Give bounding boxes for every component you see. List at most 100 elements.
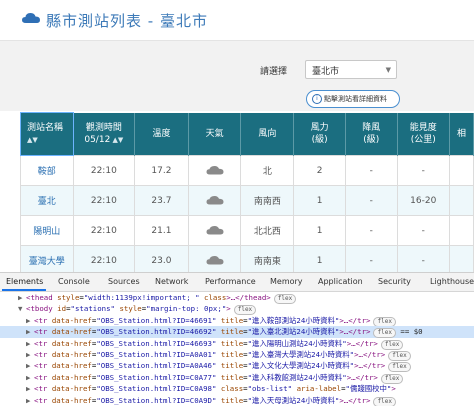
cloud-icon — [206, 195, 224, 205]
dom-tag: <tr — [34, 315, 48, 325]
column-header[interactable]: 溫度 — [134, 112, 189, 156]
table-row[interactable]: 鞍部 22:10 17.2 北 2- - — [20, 155, 474, 186]
station-info-button[interactable]: i 點擊測站看詳細資料 — [306, 90, 400, 108]
sort-icon[interactable]: ▲▼ — [27, 136, 38, 144]
dom-attr-value: "OBS_Station.html?ID=C0A77" — [96, 372, 217, 382]
wind-force: 1 — [293, 185, 346, 216]
dom-node-line[interactable]: ▶ <thead style="width:1139px!important; "… — [0, 292, 474, 304]
dom-attr-value: "obs-list" — [247, 384, 293, 394]
weather-cell — [187, 155, 242, 186]
column-header[interactable]: 測站名稱 ▲▼ — [20, 112, 74, 156]
wind-direction: 北 — [240, 155, 295, 186]
dom-node-line[interactable]: ▶ <tr data-href="OBS_Station.html?ID=C0A9… — [0, 395, 474, 406]
cloud-icon — [206, 225, 224, 235]
expand-toggle-icon[interactable]: ▶ — [26, 338, 30, 349]
observation-time: 22:10 — [72, 155, 136, 186]
expand-toggle-icon[interactable]: ▶ — [26, 372, 30, 383]
column-header[interactable]: 降風 (級) — [345, 112, 398, 156]
dom-node-line[interactable]: ▶ <tr data-href="OBS_Station.html?ID=C0A7… — [0, 372, 474, 384]
dom-tag: <tr — [34, 372, 48, 382]
dom-attr-value: "OBS_Station.html?ID=C0A9D" — [96, 395, 217, 405]
column-header[interactable]: 相 — [449, 112, 474, 156]
dom-attr-value: "OBS_Station.html?ID=46691" — [96, 315, 217, 325]
devtools-tab[interactable]: Performance — [205, 277, 256, 286]
dom-attr-value: "OBS_Station.html?ID=46692" — [96, 327, 217, 337]
city-select[interactable]: 臺北市 ▼ — [305, 60, 397, 79]
dom-attr-name: data-href — [51, 372, 92, 382]
wind-direction: 南南東 — [240, 245, 295, 276]
devtools-tab[interactable]: Lighthouse — [430, 277, 474, 286]
dom-attr-name: title — [220, 361, 244, 371]
dom-attr-name: title — [220, 338, 244, 348]
page-header: 縣市測站列表 - 臺北市 — [0, 0, 474, 41]
station-name[interactable]: 臺灣大學 — [20, 245, 74, 276]
wind-direction: 南南西 — [240, 185, 295, 216]
column-header[interactable]: 能見度 (公里) — [397, 112, 450, 156]
dom-node-line[interactable]: ▶ <tr data-href="OBS_Station.html?ID=4669… — [0, 326, 474, 339]
expand-toggle-icon[interactable]: ▶ — [26, 360, 30, 371]
devtools-tab[interactable]: Network — [155, 277, 188, 286]
temperature: 23.7 — [134, 185, 189, 216]
column-header[interactable]: 風力 (級) — [293, 112, 346, 156]
dom-attr-name: data-href — [51, 327, 92, 337]
table-row[interactable]: 臺北 22:10 23.7 南南西 1-16-20 — [20, 185, 474, 216]
visibility: - — [396, 155, 450, 186]
dom-tag-close: >…</tr> — [354, 361, 386, 371]
dom-tag: <tr — [34, 338, 48, 348]
filter-panel — [0, 41, 474, 111]
dom-node-line[interactable]: ▶ <tr data-href="OBS_Station.html?ID=A0A4… — [0, 360, 474, 373]
station-name[interactable]: 鞍部 — [20, 155, 74, 186]
expand-toggle-icon[interactable]: ▶ — [26, 395, 30, 406]
dom-attr-name: id — [57, 304, 67, 314]
weather-cell — [187, 185, 242, 216]
dom-attr-name: style — [119, 304, 142, 314]
station-name[interactable]: 陽明山 — [20, 215, 74, 246]
dom-node-line[interactable]: ▼ <tbody id="stations" style="margin-top:… — [0, 303, 474, 316]
table-row[interactable]: 臺灣大學 22:10 23.0 南南東 1- - — [20, 245, 474, 276]
station-name[interactable]: 臺北 — [20, 185, 74, 216]
devtools-tab[interactable]: Elements — [6, 277, 43, 286]
dom-attr-name: title — [220, 315, 244, 325]
sort-icon[interactable]: ▲▼ — [110, 136, 124, 144]
dom-attr-value: "margin-top: 0px;" — [146, 304, 227, 314]
gust-force: - — [344, 245, 398, 276]
expand-toggle-icon[interactable]: ▶ — [26, 315, 30, 326]
extra-cell — [448, 215, 474, 246]
devtools-tab[interactable]: Security — [378, 277, 411, 286]
devtools-tab[interactable]: Console — [58, 277, 90, 286]
info-icon: i — [312, 94, 322, 104]
dom-tag-close: >…</tr> — [346, 372, 378, 382]
expand-toggle-icon[interactable]: ▶ — [18, 292, 22, 303]
gust-force: - — [344, 155, 398, 186]
dom-node-line[interactable]: ▶ <tr data-href="OBS_Station.html?ID=C0A9… — [0, 383, 474, 394]
dom-node-line[interactable]: ▶ <tr data-href="OBS_Station.html?ID=4669… — [0, 315, 474, 327]
wind-direction: 北北西 — [240, 215, 295, 246]
expand-toggle-icon[interactable]: ▶ — [26, 349, 30, 360]
dom-tag: <thead — [26, 293, 53, 302]
column-header-label: 相 — [456, 128, 466, 139]
devtools-tab[interactable]: Sources — [108, 277, 140, 286]
cloud-icon — [206, 165, 224, 175]
dom-node-line[interactable]: ▶ <tr data-href="OBS_Station.html?ID=4669… — [0, 338, 474, 350]
dom-node-line[interactable]: ▶ <tr data-href="OBS_Station.html?ID=A0A0… — [0, 349, 474, 361]
extra-cell — [448, 155, 474, 186]
dom-attr-name: title — [220, 395, 244, 405]
expand-toggle-icon[interactable]: ▼ — [18, 303, 22, 314]
column-header[interactable]: 天氣 — [188, 112, 242, 156]
expand-toggle-icon[interactable]: ▶ — [26, 383, 30, 394]
column-header-label: 測站名稱 — [27, 123, 64, 133]
expand-toggle-icon[interactable]: ▶ — [26, 326, 30, 337]
column-header-label: 降風 — [362, 122, 381, 133]
dom-attr-value: "進入臺北測站24小時資料" — [247, 327, 340, 337]
table-row[interactable]: 陽明山 22:10 21.1 北北西 1- - — [20, 215, 474, 246]
observation-time: 22:10 — [72, 215, 136, 246]
column-header-label: 風力 — [310, 122, 329, 133]
devtools-tab-bar: Elements Console Sources Network Performance… — [0, 273, 474, 292]
dom-attr-name: title — [220, 349, 244, 359]
devtools-tab[interactable]: Application — [318, 277, 363, 286]
column-header[interactable]: 觀測時間 05/12 ▲▼ — [73, 112, 136, 156]
column-header[interactable]: 風向 — [240, 112, 295, 156]
devtools-tab[interactable]: Memory — [270, 277, 303, 286]
flex-badge[interactable]: flex — [373, 396, 396, 406]
dom-attr-value: "stations" — [70, 304, 116, 314]
